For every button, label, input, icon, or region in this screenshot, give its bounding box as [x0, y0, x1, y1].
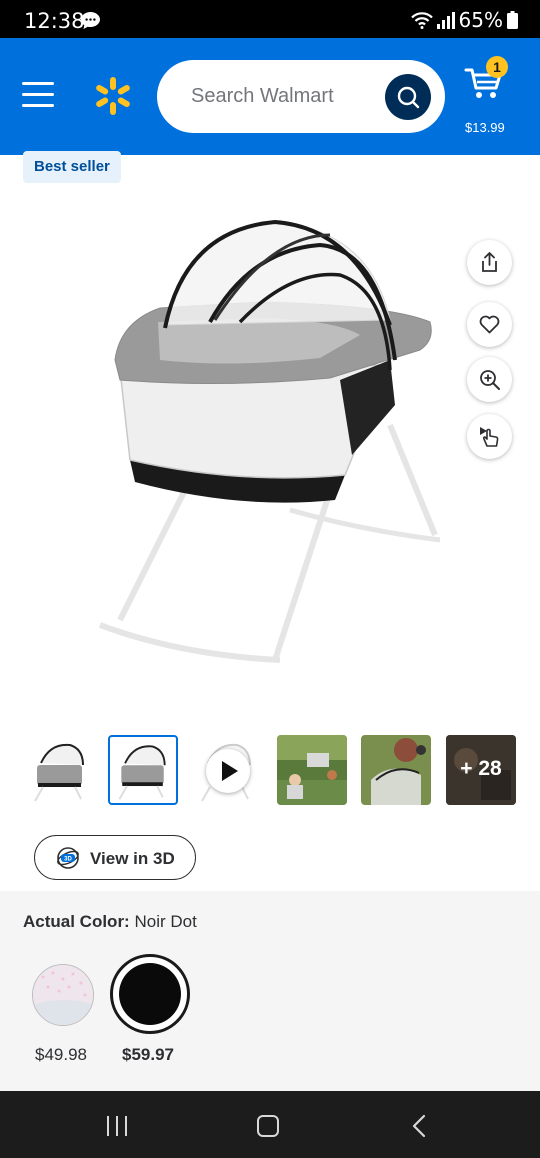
thumbnail-video[interactable]	[192, 735, 262, 805]
price-noir-dot: $59.97	[122, 1045, 174, 1064]
status-time: 12:38	[24, 9, 85, 33]
view-in-3d-label: View in 3D	[90, 849, 175, 868]
bassinet-product-image[interactable]	[90, 210, 450, 680]
search-placeholder: Search Walmart	[191, 85, 334, 107]
back-icon[interactable]	[411, 1114, 427, 1138]
cart-total: $13.99	[465, 120, 505, 135]
more-images-thumbnail[interactable]: + 28	[446, 735, 516, 805]
thumbnail-5[interactable]	[361, 735, 431, 805]
search-button[interactable]	[385, 74, 431, 120]
play-icon	[222, 761, 238, 781]
status-icons: 65%	[410, 8, 518, 32]
share-icon	[482, 252, 497, 272]
favorite-button[interactable]	[467, 302, 512, 347]
cart-button[interactable]: 1 $13.99	[462, 56, 512, 135]
wifi-icon	[410, 12, 433, 29]
hamburger-menu-icon[interactable]	[22, 82, 56, 110]
system-nav-bar	[0, 1091, 540, 1158]
heart-icon	[479, 315, 500, 334]
thumbnail-1[interactable]	[25, 735, 95, 805]
color-label: Actual Color:	[23, 912, 130, 931]
variant-section: Actual Color: Noir Dot $49.98 $59.97	[0, 891, 540, 1091]
play-button[interactable]	[206, 749, 250, 793]
color-value: Noir Dot	[134, 912, 197, 931]
3d-view-icon: 3D	[57, 847, 79, 869]
status-bar: 12:38 65%	[0, 0, 540, 38]
thumbnail-2[interactable]	[108, 735, 178, 805]
share-button[interactable]	[467, 240, 512, 285]
noir-dot-fill	[119, 963, 181, 1025]
battery-percent: 65%	[458, 8, 503, 32]
view-in-3d-button[interactable]: 3D View in 3D	[34, 835, 196, 880]
walmart-spark-icon[interactable]	[93, 76, 133, 116]
home-icon[interactable]	[257, 1115, 279, 1137]
battery-icon	[507, 11, 518, 29]
search-input[interactable]: Search Walmart	[157, 60, 445, 133]
cart-count-badge: 1	[486, 56, 508, 78]
thumbnail-4[interactable]	[277, 735, 347, 805]
message-icon	[81, 12, 100, 29]
more-images-count: + 28	[460, 757, 502, 780]
interactive-view-button[interactable]	[467, 414, 512, 459]
signal-icon	[436, 12, 455, 29]
zoom-in-icon	[480, 370, 500, 390]
recent-apps-icon[interactable]	[105, 1116, 129, 1136]
search-icon	[397, 86, 420, 109]
app-header: Search Walmart 1 $13.99	[0, 38, 540, 155]
zoom-button[interactable]	[467, 357, 512, 402]
color-swatch-noir-dot[interactable]	[110, 954, 190, 1034]
hand-pointer-icon	[480, 427, 499, 447]
color-selection-line: Actual Color: Noir Dot	[23, 912, 197, 932]
best-seller-badge: Best seller	[23, 151, 121, 183]
price-pink: $49.98	[35, 1045, 87, 1064]
svg-text:3D: 3D	[64, 857, 72, 863]
color-swatch-pink[interactable]	[32, 964, 94, 1026]
